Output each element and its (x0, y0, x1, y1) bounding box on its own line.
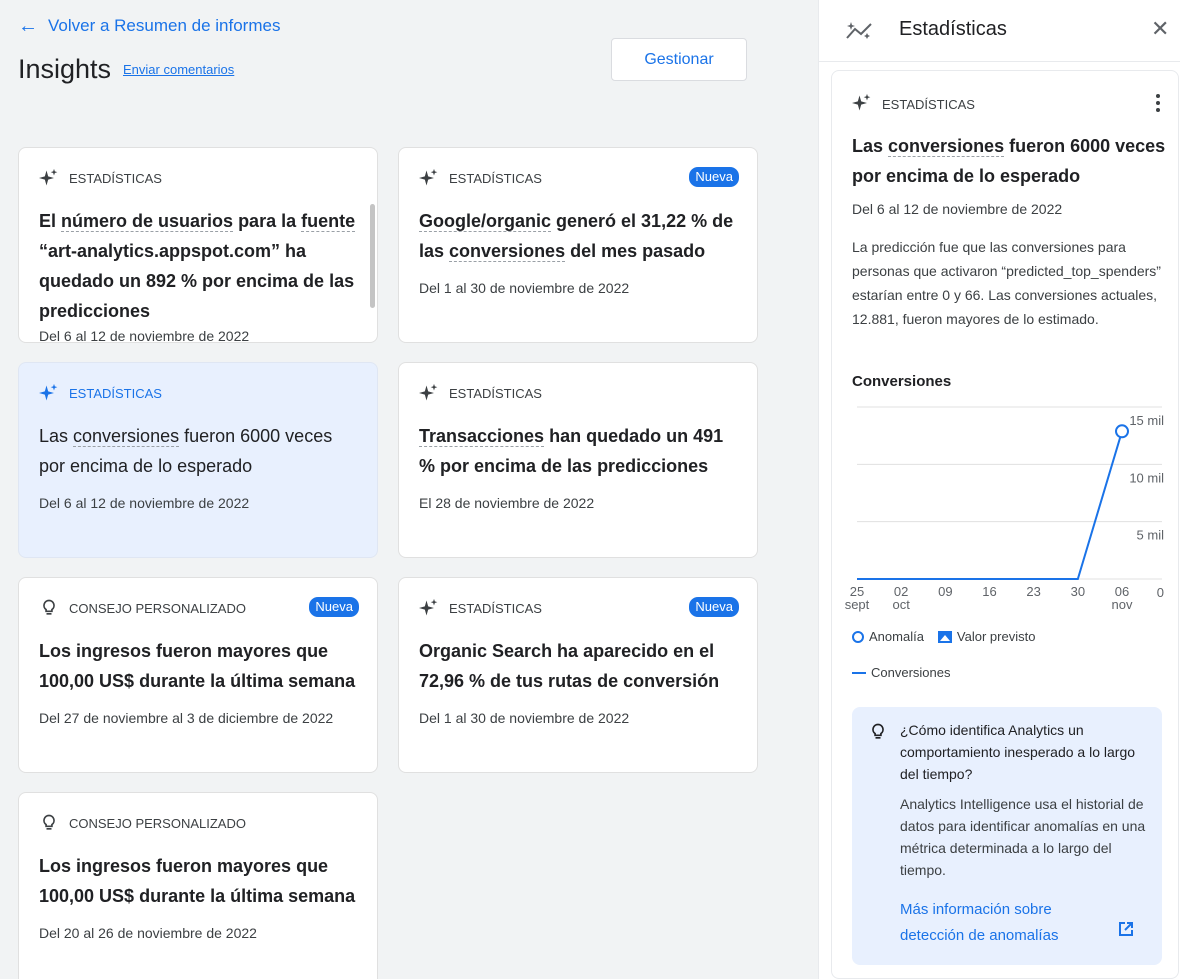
insight-card[interactable]: ESTADÍSTICAS Nueva Organic Search ha apa… (398, 577, 758, 773)
y-tick-label: 5 mil (1137, 528, 1165, 543)
card-scrollbar[interactable] (370, 204, 375, 308)
card-title: Google/organic generó el 31,22 % de las … (419, 211, 734, 262)
sparkle-icon (419, 383, 439, 403)
info-question: ¿Cómo identifica Analytics un comportami… (900, 722, 1136, 782)
insights-trend-icon (845, 20, 875, 47)
info-answer: Analytics Intelligence usa el historial … (900, 796, 1146, 878)
card-category: ESTADÍSTICAS (449, 170, 542, 186)
detail-title: Las conversiones fueron 6000 veces por e… (852, 136, 1166, 186)
lightbulb-icon (868, 721, 888, 748)
x-tick-label: 23 (1026, 584, 1040, 599)
send-feedback-link[interactable]: Enviar comentarios (123, 62, 234, 77)
card-title: Organic Search ha aparecido en el 72,96 … (419, 641, 720, 691)
card-category: ESTADÍSTICAS (449, 385, 542, 401)
card-title: Transacciones han quedado un 491 % por e… (419, 426, 724, 476)
anomaly-point (1115, 424, 1129, 439)
lightbulb-icon (39, 598, 59, 618)
conversions-line-chart: 15 mil10 mil5 mil025sept02oct09 16 23 30 06n… (845, 406, 1165, 612)
chart-legend: Anomalía Valor previsto (852, 629, 1035, 644)
card-date: Del 6 al 12 de noviembre de 2022 (39, 495, 250, 511)
x-tick-sublabel: sept (845, 597, 870, 612)
card-date: Del 1 al 30 de noviembre de 2022 (419, 280, 630, 296)
series-line-icon (852, 671, 866, 674)
legend-expected[interactable]: Valor previsto (937, 629, 1035, 644)
legend-anomaly[interactable]: Anomalía (852, 629, 924, 644)
sparkle-icon (39, 168, 59, 188)
insight-detail-panel: Estadísticas ✕ ESTADÍSTICAS Las conversi… (818, 0, 1180, 979)
expected-range-icon (937, 630, 952, 643)
anomaly-marker-icon (852, 630, 864, 643)
card-title: Las conversiones fueron 6000 veces por e… (39, 426, 333, 476)
insights-area: ← Volver a Resumen de informes Insights … (0, 0, 818, 979)
close-icon[interactable]: ✕ (1151, 18, 1169, 40)
y-tick-label: 0 (1157, 585, 1164, 600)
card-date: Del 20 al 26 de noviembre de 2022 (39, 925, 257, 941)
series-line (857, 431, 1123, 580)
panel-title: Estadísticas (899, 18, 1007, 40)
sparkle-icon (39, 383, 59, 403)
sparkle-icon (419, 598, 439, 618)
card-date: El 28 de noviembre de 2022 (419, 495, 595, 511)
page-title: Insights (18, 54, 112, 84)
sparkle-icon (419, 168, 439, 188)
card-category: ESTADÍSTICAS (69, 170, 162, 186)
card-category: CONSEJO PERSONALIZADO (69, 815, 246, 831)
card-title: Los ingresos fueron mayores que 100,00 U… (39, 856, 356, 906)
card-category: CONSEJO PERSONALIZADO (69, 600, 246, 616)
card-date: Del 6 al 12 de noviembre de 2022 (39, 328, 250, 343)
insight-detail-card: ESTADÍSTICAS Las conversiones fueron 600… (831, 70, 1179, 979)
arrow-left-icon: ← (18, 15, 38, 37)
x-tick-sublabel: nov (1112, 597, 1133, 612)
detail-category: ESTADÍSTICAS (882, 97, 975, 112)
insight-card[interactable]: ESTADÍSTICAS Transacciones han quedado u… (398, 362, 758, 558)
back-link-label: Volver a Resumen de informes (48, 16, 281, 35)
insight-card[interactable]: CONSEJO PERSONALIZADO Nueva Los ingresos… (18, 577, 378, 773)
sparkle-icon (852, 93, 872, 116)
detail-description: La predicción fue que las conversiones p… (852, 239, 1161, 327)
card-category: ESTADÍSTICAS (449, 600, 542, 616)
x-tick-label: 16 (982, 584, 996, 599)
card-title: El número de usuarios para la fuente “ar… (39, 211, 356, 321)
panel-header: Estadísticas ✕ (819, 0, 1180, 62)
new-badge: Nueva (689, 597, 739, 617)
insight-card[interactable]: CONSEJO PERSONALIZADO Los ingresos fuero… (18, 792, 378, 979)
insight-card[interactable]: ESTADÍSTICAS El número de usuarios para … (18, 147, 378, 343)
manage-button[interactable]: Gestionar (611, 38, 747, 81)
detail-date: Del 6 al 12 de noviembre de 2022 (852, 201, 1063, 217)
insight-card[interactable]: ESTADÍSTICAS Nueva Google/organic generó… (398, 147, 758, 343)
x-tick-sublabel: oct (892, 597, 910, 612)
y-tick-label: 10 mil (1129, 470, 1164, 485)
insight-card-selected[interactable]: ESTADÍSTICAS Las conversiones fueron 600… (18, 362, 378, 558)
lightbulb-icon (39, 813, 59, 833)
back-to-reports-link[interactable]: ← Volver a Resumen de informes (18, 16, 280, 36)
chart-title: Conversiones (852, 373, 952, 390)
more-options-icon[interactable] (1152, 89, 1164, 117)
card-date: Del 1 al 30 de noviembre de 2022 (419, 710, 630, 726)
learn-more-link[interactable]: Más información sobre detección de anoma… (900, 897, 1110, 949)
new-badge: Nueva (689, 167, 739, 187)
card-date: Del 27 de noviembre al 3 de diciembre de… (39, 710, 334, 726)
x-tick-label: 09 (938, 584, 952, 599)
open-external-icon[interactable] (1118, 921, 1134, 942)
new-badge: Nueva (309, 597, 359, 617)
legend-series[interactable]: Conversiones (852, 665, 951, 680)
x-tick-label: 30 (1071, 584, 1085, 599)
y-tick-label: 15 mil (1129, 413, 1164, 428)
card-title: Los ingresos fueron mayores que 100,00 U… (39, 641, 356, 691)
card-category: ESTADÍSTICAS (69, 385, 162, 401)
anomaly-info-box: ¿Cómo identifica Analytics un comportami… (852, 707, 1162, 965)
